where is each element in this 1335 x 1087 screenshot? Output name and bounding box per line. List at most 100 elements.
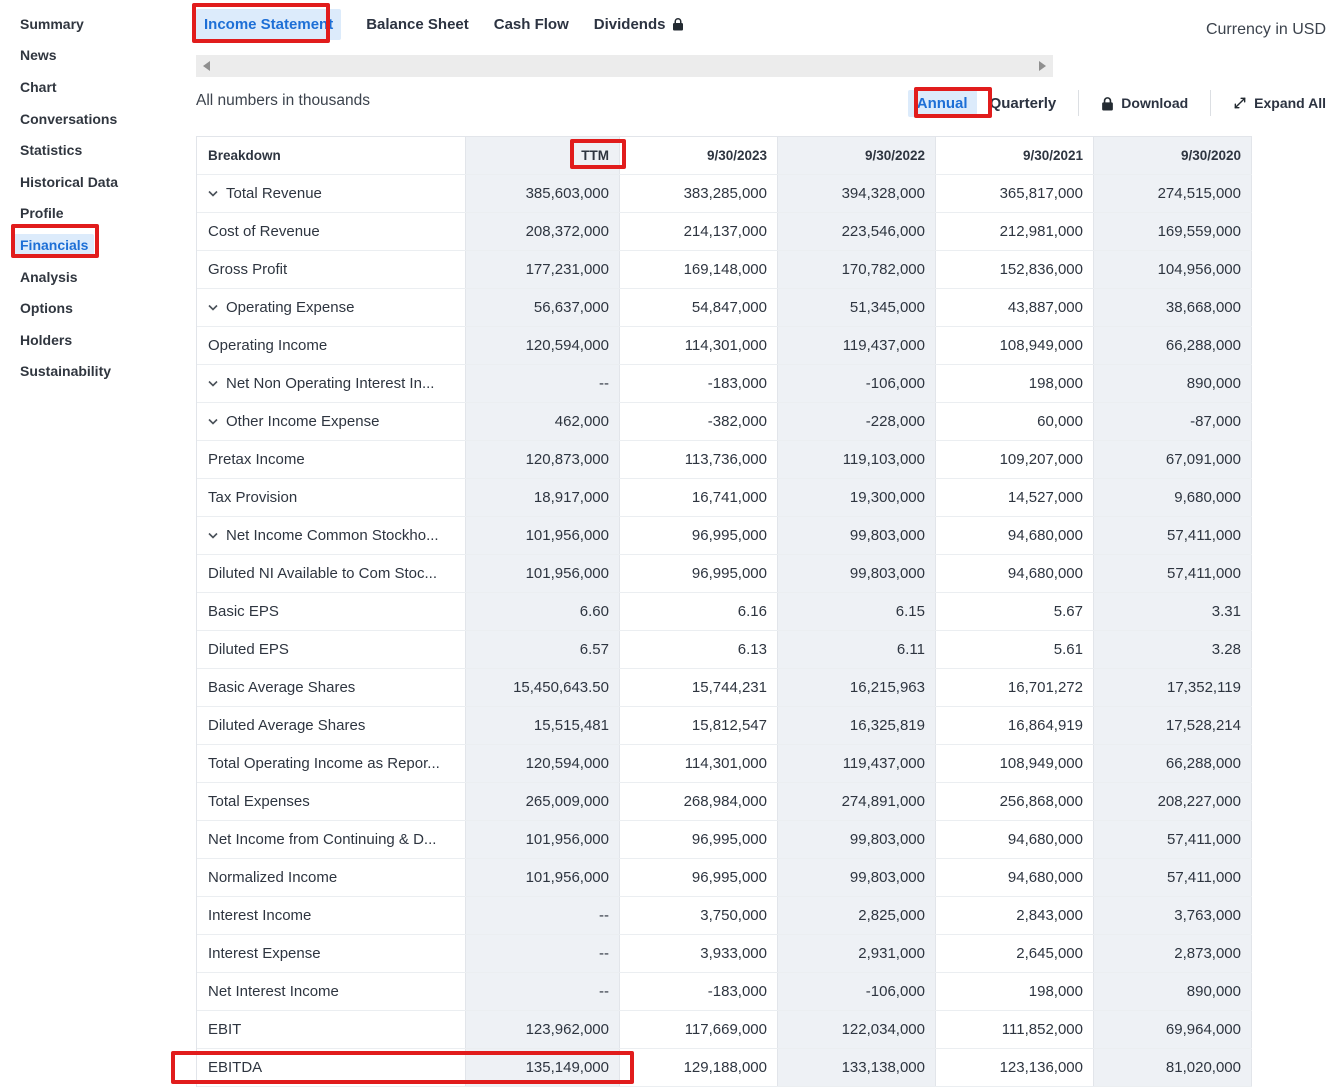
tab-label: Dividends xyxy=(594,16,666,33)
cell-value-2020: 57,411,000 xyxy=(1094,821,1252,858)
cell-value-ttm: 6.57 xyxy=(466,631,620,668)
sidebar-item-label: Statistics xyxy=(14,139,88,161)
table-row-operating-expense[interactable]: Operating Expense 56,637,000 54,847,000 … xyxy=(197,289,1252,327)
chevron-down-icon[interactable] xyxy=(208,532,222,539)
cell-value-2021: 212,981,000 xyxy=(936,213,1094,250)
row-label-cell[interactable]: Total Revenue xyxy=(197,175,466,212)
column-header-ttm: TTM xyxy=(466,137,620,174)
divider xyxy=(1210,90,1211,116)
cell-value-ttm: 101,956,000 xyxy=(466,517,620,554)
sidebar-item-chart[interactable]: Chart xyxy=(0,71,196,103)
row-label: Net Non Operating Interest In... xyxy=(226,375,434,392)
cell-value-2023: 6.16 xyxy=(620,593,778,630)
sidebar-item-statistics[interactable]: Statistics xyxy=(0,134,196,166)
expand-all-button[interactable]: Expand All xyxy=(1233,95,1326,111)
annual-toggle[interactable]: Annual xyxy=(908,90,977,117)
table-row-gross-profit[interactable]: Gross Profit 177,231,000 169,148,000 170… xyxy=(197,251,1252,289)
tab-cash-flow[interactable]: Cash Flow xyxy=(494,16,569,33)
table-row-interest-income[interactable]: Interest Income -- 3,750,000 2,825,000 2… xyxy=(197,897,1252,935)
row-label: EBITDA xyxy=(208,1059,262,1076)
row-label-cell: Gross Profit xyxy=(197,251,466,288)
table-row-interest-expense[interactable]: Interest Expense -- 3,933,000 2,931,000 … xyxy=(197,935,1252,973)
row-label-cell[interactable]: Net Non Operating Interest In... xyxy=(197,365,466,402)
cell-value-2023: 96,995,000 xyxy=(620,517,778,554)
table-row-tax-provision[interactable]: Tax Provision 18,917,000 16,741,000 19,3… xyxy=(197,479,1252,517)
divider xyxy=(1078,90,1079,116)
table-row-operating-income[interactable]: Operating Income 120,594,000 114,301,000… xyxy=(197,327,1252,365)
sidebar-item-profile[interactable]: Profile xyxy=(0,198,196,230)
table-row-net-income-from-continuing-d[interactable]: Net Income from Continuing & D... 101,95… xyxy=(197,821,1252,859)
table-row-cost-of-revenue[interactable]: Cost of Revenue 208,372,000 214,137,000 … xyxy=(197,213,1252,251)
sidebar-item-label: Chart xyxy=(14,76,63,98)
table-row-normalized-income[interactable]: Normalized Income 101,956,000 96,995,000… xyxy=(197,859,1252,897)
table-row-basic-eps[interactable]: Basic EPS 6.60 6.16 6.15 5.67 3.31 xyxy=(197,593,1252,631)
table-row-ebitda[interactable]: EBITDA 135,149,000 129,188,000 133,138,0… xyxy=(197,1049,1252,1087)
cell-value-2023: 117,669,000 xyxy=(620,1011,778,1048)
tab-income-statement[interactable]: Income Statement xyxy=(196,9,341,40)
cell-value-2023: 114,301,000 xyxy=(620,327,778,364)
table-row-diluted-ni-available-to-com-stoc[interactable]: Diluted NI Available to Com Stoc... 101,… xyxy=(197,555,1252,593)
scroll-left-icon[interactable] xyxy=(203,61,210,71)
cell-value-ttm: 120,594,000 xyxy=(466,745,620,782)
tab-dividends[interactable]: Dividends xyxy=(594,16,685,33)
tab-balance-sheet[interactable]: Balance Sheet xyxy=(366,16,469,33)
sidebar-item-summary[interactable]: Summary xyxy=(0,8,196,40)
row-label-cell[interactable]: Operating Expense xyxy=(197,289,466,326)
chevron-down-icon[interactable] xyxy=(208,418,222,425)
sidebar-item-conversations[interactable]: Conversations xyxy=(0,103,196,135)
cell-value-2022: -106,000 xyxy=(778,973,936,1010)
sidebar-item-options[interactable]: Options xyxy=(0,292,196,324)
cell-value-2023: 114,301,000 xyxy=(620,745,778,782)
sidebar-item-historical-data[interactable]: Historical Data xyxy=(0,166,196,198)
table-row-net-income-common-stockho[interactable]: Net Income Common Stockho... 101,956,000… xyxy=(197,517,1252,555)
cell-value-2022: 2,931,000 xyxy=(778,935,936,972)
sidebar-item-holders[interactable]: Holders xyxy=(0,324,196,356)
sidebar-item-financials[interactable]: Financials xyxy=(0,229,196,261)
sidebar-item-label: Options xyxy=(14,297,79,319)
row-label-cell: Operating Income xyxy=(197,327,466,364)
cell-value-ttm: 120,594,000 xyxy=(466,327,620,364)
row-label-cell: Interest Income xyxy=(197,897,466,934)
row-label-cell: Net Income from Continuing & D... xyxy=(197,821,466,858)
download-label: Download xyxy=(1121,95,1188,111)
sidebar-item-analysis[interactable]: Analysis xyxy=(0,261,196,293)
table-row-ebit[interactable]: EBIT 123,962,000 117,669,000 122,034,000… xyxy=(197,1011,1252,1049)
table-row-total-expenses[interactable]: Total Expenses 265,009,000 268,984,000 2… xyxy=(197,783,1252,821)
table-row-diluted-average-shares[interactable]: Diluted Average Shares 15,515,481 15,812… xyxy=(197,707,1252,745)
row-label: Operating Expense xyxy=(226,299,354,316)
cell-value-2021: 198,000 xyxy=(936,973,1094,1010)
sidebar-item-news[interactable]: News xyxy=(0,40,196,72)
chevron-down-icon[interactable] xyxy=(208,304,222,311)
cell-value-2023: -382,000 xyxy=(620,403,778,440)
cell-value-2021: 5.67 xyxy=(936,593,1094,630)
table-row-other-income-expense[interactable]: Other Income Expense 462,000 -382,000 -2… xyxy=(197,403,1252,441)
table-row-total-revenue[interactable]: Total Revenue 385,603,000 383,285,000 39… xyxy=(197,175,1252,213)
cell-value-2020: 57,411,000 xyxy=(1094,555,1252,592)
cell-value-2021: 2,645,000 xyxy=(936,935,1094,972)
row-label-cell[interactable]: Net Income Common Stockho... xyxy=(197,517,466,554)
column-header-9-30-2022: 9/30/2022 xyxy=(778,137,936,174)
sidebar-item-label: Holders xyxy=(14,329,78,351)
sidebar-item-sustainability[interactable]: Sustainability xyxy=(0,356,196,388)
row-label-cell[interactable]: Other Income Expense xyxy=(197,403,466,440)
column-header-9-30-2021: 9/30/2021 xyxy=(936,137,1094,174)
horizontal-scrollbar[interactable] xyxy=(196,55,1053,77)
quarterly-toggle[interactable]: Quarterly xyxy=(990,95,1057,112)
cell-value-2023: 96,995,000 xyxy=(620,859,778,896)
table-row-net-interest-income[interactable]: Net Interest Income -- -183,000 -106,000… xyxy=(197,973,1252,1011)
table-row-total-operating-income-as-repor[interactable]: Total Operating Income as Repor... 120,5… xyxy=(197,745,1252,783)
column-header-9-30-2020: 9/30/2020 xyxy=(1094,137,1252,174)
table-row-pretax-income[interactable]: Pretax Income 120,873,000 113,736,000 11… xyxy=(197,441,1252,479)
table-row-basic-average-shares[interactable]: Basic Average Shares 15,450,643.50 15,74… xyxy=(197,669,1252,707)
chevron-down-icon[interactable] xyxy=(208,190,222,197)
cell-value-ttm: 385,603,000 xyxy=(466,175,620,212)
cell-value-2021: 111,852,000 xyxy=(936,1011,1094,1048)
cell-value-2022: 122,034,000 xyxy=(778,1011,936,1048)
download-button[interactable]: Download xyxy=(1101,95,1188,111)
expand-icon xyxy=(1233,96,1247,110)
table-row-net-non-operating-interest-in[interactable]: Net Non Operating Interest In... -- -183… xyxy=(197,365,1252,403)
cell-value-2023: 15,744,231 xyxy=(620,669,778,706)
scroll-right-icon[interactable] xyxy=(1039,61,1046,71)
table-row-diluted-eps[interactable]: Diluted EPS 6.57 6.13 6.11 5.61 3.28 xyxy=(197,631,1252,669)
chevron-down-icon[interactable] xyxy=(208,380,222,387)
